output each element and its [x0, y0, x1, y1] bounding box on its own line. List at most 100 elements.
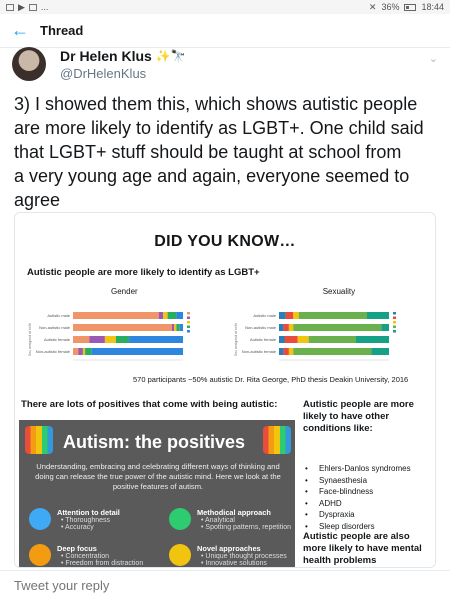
chart-row-label: Non-autistic male	[39, 325, 71, 330]
chart-bar-segment	[158, 312, 164, 319]
chart-row-label: Autistic male	[253, 313, 276, 318]
author-name[interactable]: Dr Helen Klus	[60, 48, 152, 64]
study-credit: 570 participants ~50% autistic Dr. Rita …	[133, 375, 409, 384]
chart-bar-segment	[283, 348, 289, 355]
chart-axis-label: Sex assigned at birth	[234, 323, 238, 356]
message-icon	[28, 3, 37, 11]
legend-swatch	[393, 316, 396, 319]
gender-chart-title: Gender	[111, 287, 138, 296]
page-title: Thread	[40, 23, 84, 38]
legend-swatch	[393, 325, 396, 328]
mute-icon: ✕	[368, 1, 377, 12]
legend-swatch	[187, 321, 190, 324]
back-arrow-icon[interactable]: ←	[0, 20, 40, 41]
author-name-emoji: ✨🔭	[155, 48, 186, 63]
avatar[interactable]	[12, 47, 46, 81]
feature-bullet: • Freedom from distraction	[61, 560, 144, 567]
reply-composer[interactable]	[0, 570, 450, 600]
chart-bar-segment	[78, 348, 83, 355]
feature-attention: Attention to detail • Thoroughness • Acc…	[57, 508, 120, 531]
chart-bar-segment	[293, 312, 299, 319]
legend-swatch	[187, 325, 190, 328]
chart-bar-segment	[73, 324, 172, 331]
tweet-text: 3) I showed them this, which shows autis…	[14, 92, 438, 212]
chart-bar-segment	[174, 324, 177, 331]
chart-bar-segment	[115, 336, 130, 343]
chart-bar-segment	[288, 348, 294, 355]
chart-bar-segment	[283, 324, 289, 331]
status-bar: ▶ ... ✕ 36% 18:44	[0, 0, 450, 14]
chart-bar-segment	[129, 336, 183, 343]
feature-bullet: • Accuracy	[61, 524, 94, 531]
chart-bar-segment	[367, 312, 389, 319]
chart-bar-segment	[288, 324, 294, 331]
panel-title: Autism: the positives	[63, 432, 246, 452]
tweet-line: are more likely to identify as LGBT+. On…	[14, 118, 424, 138]
feature-novel: Novel approaches • Unique thought proces…	[197, 544, 287, 567]
sexuality-chart-title: Sexuality	[322, 287, 356, 296]
feature-bullet: • Thoroughness	[61, 517, 111, 524]
chart-icon	[169, 508, 191, 530]
tweet-line: that LGBT+ stuff should be taught at sch…	[14, 142, 402, 162]
legend-swatch	[393, 321, 396, 324]
feature-bullet: • Unique thought processes	[201, 553, 287, 560]
chart-row-label: Non-autistic male	[245, 325, 277, 330]
play-icon: ▶	[18, 1, 25, 12]
chevron-down-icon[interactable]: ⌄	[429, 52, 438, 65]
battery-level: 36%	[381, 2, 400, 12]
attached-image[interactable]: DID YOU KNOW… Autistic people are more l…	[14, 212, 436, 568]
clock: 18:44	[421, 2, 444, 12]
chart-bar-segment	[371, 348, 389, 355]
chart-bar-segment	[91, 348, 183, 355]
chart-bar-segment	[381, 324, 389, 331]
panel-body: Understanding, embracing and celebrating…	[35, 462, 281, 491]
chart-bar-segment	[73, 348, 79, 355]
chart-bar-segment	[279, 336, 285, 343]
conditions-heading: Autistic people are more likely to have …	[303, 399, 414, 434]
chart-bar-segment	[85, 348, 92, 355]
reply-input[interactable]	[14, 578, 414, 593]
chart-bar-segment	[293, 324, 382, 331]
tweet-line: a very young age and again, everyone see…	[14, 166, 410, 186]
chart-row-label: Non-autistic female	[242, 349, 277, 354]
tweet-line: 3) I showed them this, which shows autis…	[14, 94, 418, 114]
chart-bar-segment	[284, 336, 298, 343]
more-notifications: ...	[40, 2, 49, 12]
chart-bar-segment	[279, 312, 286, 319]
infographic-subtitle: Autistic people are more likely to ident…	[27, 267, 260, 278]
author-handle[interactable]: @DrHelenKlus	[60, 66, 186, 81]
feature-bullet: • Spotting patterns, repetition	[201, 524, 292, 531]
feature-title: Methodical approach	[197, 508, 271, 517]
chart-bar-segment	[73, 312, 159, 319]
stacked-bar-charts: Sex assigned at birth Autistic male Non-au…	[28, 312, 396, 361]
chart-axis-label: Sex assigned at birth	[28, 323, 32, 356]
chart-bar-segment	[279, 324, 284, 331]
chart-bar-segment	[73, 336, 90, 343]
people-icon	[263, 426, 291, 454]
legend-swatch	[187, 316, 190, 319]
chart-bar-segment	[82, 348, 86, 355]
feature-bullet: • Concentration	[61, 553, 109, 560]
focus-icon	[29, 544, 51, 566]
chart-bar-segment	[297, 336, 309, 343]
infographic-heading: DID YOU KNOW…	[154, 233, 296, 250]
battery-icon	[404, 3, 417, 11]
feature-focus: Deep focus • Concentration • Freedom fro…	[57, 544, 143, 567]
legend-swatch	[393, 312, 396, 315]
tweet-author: Dr Helen Klus ✨🔭 @DrHelenKlus ⌄	[12, 46, 438, 82]
chart-bar-segment	[179, 324, 183, 331]
chart-row-label: Autistic male	[47, 313, 70, 318]
people-icon	[25, 426, 53, 454]
tweet-line: agree	[14, 190, 61, 210]
chart-bar-segment	[176, 312, 183, 319]
chart-bar-segment	[308, 336, 356, 343]
feature-title: Novel approaches	[197, 544, 261, 553]
chart-bar-segment	[89, 336, 105, 343]
feature-title: Attention to detail	[57, 508, 120, 517]
chart-bar-segment	[293, 348, 372, 355]
legend-swatch	[187, 312, 190, 315]
author-name-row[interactable]: Dr Helen Klus ✨🔭	[60, 48, 186, 64]
chart-bar-segment	[279, 348, 284, 355]
lightbulb-icon	[169, 544, 191, 566]
feature-bullet: • Analytical	[201, 517, 235, 524]
